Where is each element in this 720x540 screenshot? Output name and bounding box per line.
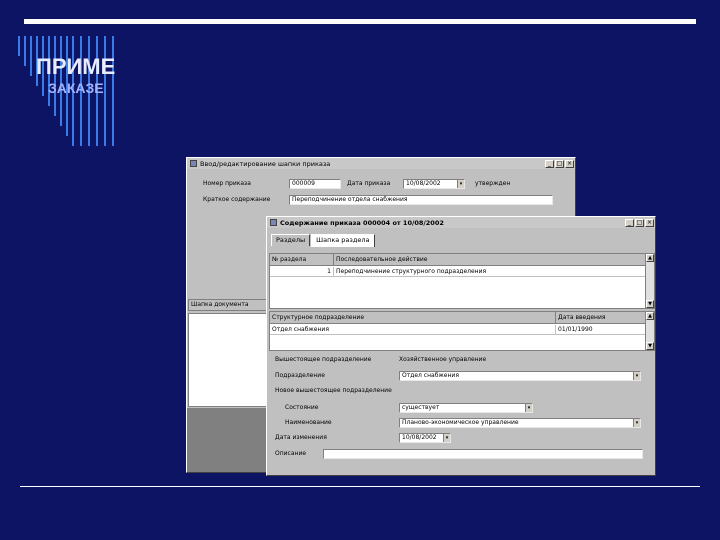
slide-subtitle: ЗАКАЗЕ — [48, 80, 104, 96]
order-number-label: Номер приказа — [203, 180, 251, 187]
comment-field[interactable] — [323, 449, 643, 459]
calendar-icon[interactable]: ▾ — [443, 434, 450, 442]
change-date-value: 10/08/2002 — [402, 434, 437, 441]
calendar-icon[interactable]: ▾ — [457, 180, 464, 188]
scroll-up-icon[interactable]: ▲ — [646, 312, 654, 320]
order-date-label: Дата приказа — [347, 180, 391, 187]
chevron-down-icon[interactable]: ▾ — [525, 404, 532, 412]
subdivision-grid[interactable]: Структурное подразделение Дата введения … — [269, 311, 655, 351]
chevron-down-icon[interactable]: ▾ — [633, 419, 640, 427]
order-date-value: 10/08/2002 — [406, 180, 441, 187]
column-header[interactable]: Дата введения — [556, 312, 646, 324]
subdivision-value: Отдел снабжения — [402, 372, 459, 379]
summary-label: Краткое содержание — [203, 196, 271, 203]
comment-label: Описание — [275, 450, 307, 457]
new-parent-label: Новое вышестоящее подразделение — [275, 387, 392, 394]
scrollbar[interactable]: ▲ ▼ — [645, 254, 654, 308]
state-value: существует — [402, 404, 440, 411]
subdivision-label: Подразделение — [275, 372, 325, 379]
close-icon[interactable]: × — [645, 218, 654, 227]
column-header[interactable]: Структурное подразделение — [270, 312, 556, 324]
name-label: Наименование — [285, 419, 332, 426]
summary-field[interactable]: Переподчинение отдела снабжения — [289, 195, 553, 205]
name-value: Планово-экономическое управление — [402, 419, 519, 426]
parent-unit-value: Хозяйственное управление — [399, 356, 487, 363]
scroll-down-icon[interactable]: ▼ — [646, 300, 654, 308]
tab-section-header[interactable]: Шапка раздела — [311, 234, 375, 247]
order-content-window: Содержание приказа 000004 от 10/08/2002 … — [266, 216, 656, 476]
sections-grid[interactable]: № раздела Последовательное действие 1 Пе… — [269, 253, 655, 309]
top-rule — [24, 19, 696, 24]
scroll-down-icon[interactable]: ▼ — [646, 342, 654, 350]
minimize-icon[interactable]: _ — [545, 159, 554, 168]
grid-cell[interactable]: 01/01/1990 — [556, 325, 646, 335]
maximize-icon[interactable]: □ — [555, 159, 564, 168]
scroll-up-icon[interactable]: ▲ — [646, 254, 654, 262]
subdivision-select[interactable]: Отдел снабжения ▾ — [399, 371, 641, 381]
app-icon — [190, 160, 197, 167]
order-number-field[interactable]: 000009 — [289, 179, 341, 189]
window-title: Ввод/редактирование шапки приказа — [200, 159, 331, 168]
minimize-icon[interactable]: _ — [625, 218, 634, 227]
change-date-field[interactable]: 10/08/2002 ▾ — [399, 433, 451, 443]
window-title: Содержание приказа 000004 от 10/08/2002 — [280, 218, 444, 227]
titlebar: Ввод/редактирование шапки приказа _ □ × — [187, 158, 575, 169]
scrollbar[interactable]: ▲ ▼ — [645, 312, 654, 350]
slide-title: ПРИМЕ — [36, 54, 116, 79]
chevron-down-icon[interactable]: ▾ — [633, 372, 640, 380]
app-icon — [270, 219, 277, 226]
document-list[interactable] — [188, 313, 268, 407]
document-header-tab[interactable]: Шапка документа — [188, 299, 268, 311]
parent-unit-label: Вышестоящее подразделение — [275, 356, 372, 363]
titlebar: Содержание приказа 000004 от 10/08/2002 … — [267, 217, 655, 228]
grid-cell[interactable]: Переподчинение структурного подразделени… — [334, 267, 646, 277]
bottom-rule — [20, 486, 700, 487]
grid-cell[interactable]: Отдел снабжения — [270, 325, 556, 335]
state-select[interactable]: существует ▾ — [399, 403, 533, 413]
order-date-field[interactable]: 10/08/2002 ▾ — [403, 179, 465, 189]
status-text: утвержден — [475, 180, 511, 187]
name-select[interactable]: Планово-экономическое управление ▾ — [399, 418, 641, 428]
column-header[interactable]: Последовательное действие — [334, 254, 646, 266]
tab-sections[interactable]: Разделы — [271, 234, 311, 246]
maximize-icon[interactable]: □ — [635, 218, 644, 227]
grid-cell[interactable]: 1 — [270, 267, 334, 277]
close-icon[interactable]: × — [565, 159, 574, 168]
change-date-label: Дата изменения — [275, 434, 327, 441]
tab-strip: Разделы Шапка раздела — [271, 234, 376, 247]
state-label: Состояние — [285, 404, 319, 411]
column-header[interactable]: № раздела — [270, 254, 334, 266]
